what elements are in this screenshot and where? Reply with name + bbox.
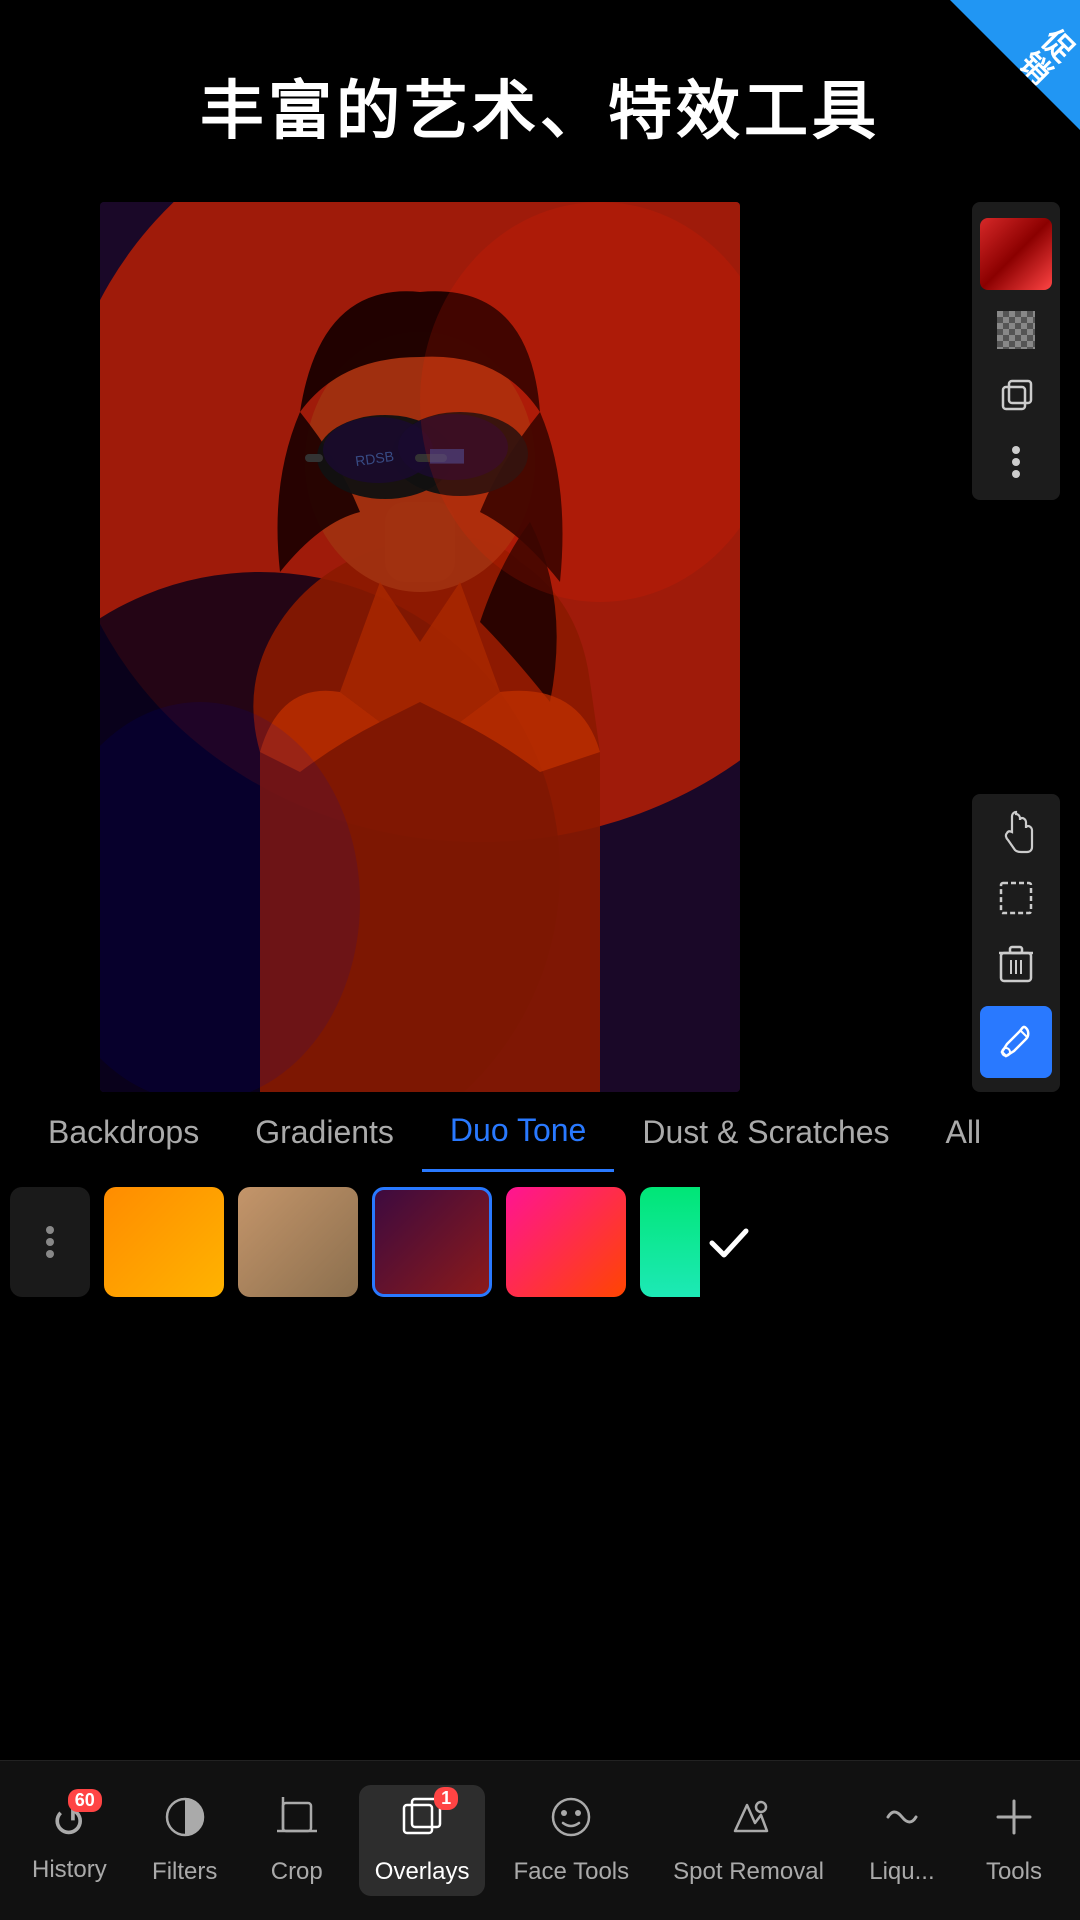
photo-svg: RDSB ████ [100,202,740,1092]
swatch-duotone-dark[interactable] [372,1187,492,1297]
color-swatch-button[interactable] [980,218,1052,290]
nav-crop-label: Crop [271,1858,323,1886]
tab-duo-tone[interactable]: Duo Tone [422,1092,614,1172]
duplicate-button[interactable] [980,366,1052,426]
tab-backdrops[interactable]: Backdrops [20,1092,227,1172]
canvas-area: RDSB ████ [100,202,1060,1092]
nav-overlays[interactable]: 1 Overlays [359,1785,486,1896]
swatch-more-icon [44,1224,56,1260]
nav-history[interactable]: ↺ 60 History [16,1787,123,1894]
selection-icon [997,879,1035,917]
tools-icon [992,1795,1036,1850]
eyedropper-button[interactable] [980,1006,1052,1078]
checkerboard-icon [997,311,1035,349]
nav-face-tools-label: Face Tools [514,1858,630,1886]
page-title: 丰富的艺术、特效工具 [0,0,1080,202]
selection-tool-button[interactable] [980,868,1052,928]
photo-container[interactable]: RDSB ████ [100,202,740,1092]
right-toolbar [972,202,1060,1092]
swatches-row [0,1172,1080,1312]
nav-tools-label: Tools [986,1858,1042,1886]
swatch-options-button[interactable] [10,1187,90,1297]
spot-removal-icon [727,1795,771,1850]
filters-icon [163,1795,207,1850]
nav-filters[interactable]: Filters [135,1785,235,1896]
nav-filters-label: Filters [152,1858,217,1886]
nav-history-label: History [32,1856,107,1884]
duplicate-icon [997,377,1035,415]
photo-background: RDSB ████ [100,202,740,1092]
history-badge: 60 [68,1789,102,1812]
nav-liquify-label: Liqu... [869,1858,934,1886]
eyedropper-icon [998,1024,1034,1060]
history-icon: ↺ 60 [51,1797,88,1848]
nav-crop[interactable]: Crop [247,1785,347,1896]
more-icon [1010,444,1022,480]
more-options-button[interactable] [980,432,1052,492]
crop-icon [275,1795,319,1850]
swatch-green-teal[interactable] [640,1187,700,1297]
face-tools-icon [549,1795,593,1850]
delete-icon [999,945,1033,983]
nav-face-tools[interactable]: Face Tools [498,1785,646,1896]
overlay-tabs: Backdrops Gradients Duo Tone Dust & Scra… [0,1092,1080,1172]
swatch-hot-pink[interactable] [506,1187,626,1297]
nav-overlays-label: Overlays [375,1858,470,1886]
nav-tools[interactable]: Tools [964,1785,1064,1896]
swatch-orange[interactable] [104,1187,224,1297]
tab-all[interactable]: All [918,1092,1010,1172]
checkerboard-button[interactable] [980,300,1052,360]
tab-gradients[interactable]: Gradients [227,1092,422,1172]
overlays-badge: 1 [434,1787,458,1810]
tab-dust-scratches[interactable]: Dust & Scratches [614,1092,917,1172]
hand-tool-button[interactable] [980,802,1052,862]
nav-spot-removal[interactable]: Spot Removal [657,1785,840,1896]
toolbar-bottom-panel [972,794,1060,1092]
nav-spot-removal-label: Spot Removal [673,1858,824,1886]
overlays-icon: 1 [400,1795,444,1850]
check-icon [704,1217,754,1267]
swatch-brown[interactable] [238,1187,358,1297]
hand-icon [997,810,1035,854]
liquify-icon [880,1795,924,1850]
delete-button[interactable] [980,934,1052,994]
swatch-checkmark [704,1217,754,1267]
toolbar-top-panel [972,202,1060,500]
bottom-nav: ↺ 60 History Filters Crop [0,1760,1080,1920]
nav-liquify[interactable]: Liqu... [852,1785,952,1896]
